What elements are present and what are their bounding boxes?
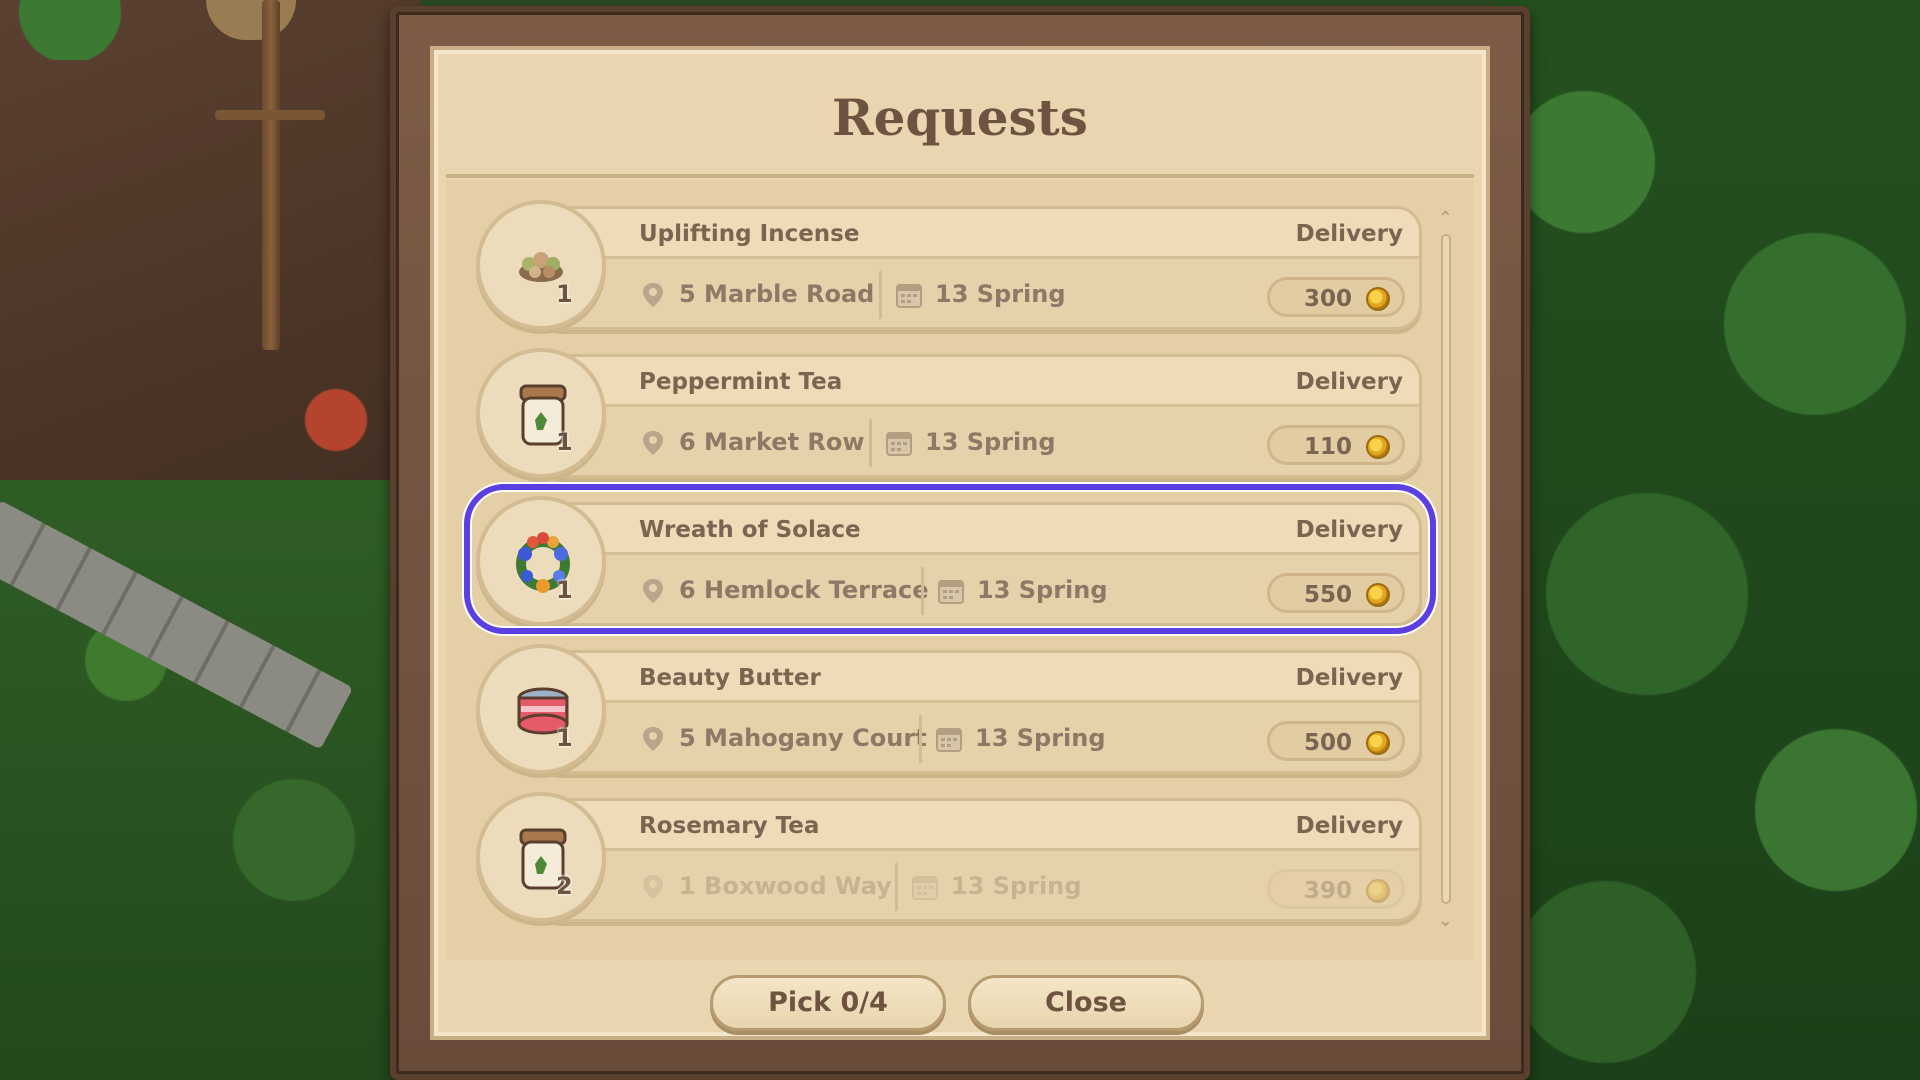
detail-divider [919,715,922,763]
coin-icon [1366,879,1390,903]
item-icon-disc: 1 [476,200,606,330]
reward-value: 110 [1303,434,1352,460]
request-type: Delivery [1295,517,1403,543]
pick-button[interactable]: Pick 0/4 [710,975,946,1031]
scroll-up-arrow-icon[interactable]: ⌃ [1438,210,1453,228]
reward-value: 390 [1303,878,1352,904]
request-card-body[interactable]: Rosemary Tea Delivery 1 Boxwood Way 13 Spri… [536,798,1422,922]
close-button[interactable]: Close [968,975,1204,1031]
request-address: 5 Mahogany Court [679,724,927,752]
request-address: 5 Marble Road [679,280,875,308]
scrollbar[interactable]: ⌃ ⌄ [1436,210,1456,930]
request-address: 1 Boxwood Way [679,872,892,900]
reward-badge: 550 [1267,573,1405,613]
reward-badge: 500 [1267,721,1405,761]
reward-badge: 110 [1267,425,1405,465]
request-type: Delivery [1295,369,1403,395]
detail-divider [895,863,898,911]
location-pin-icon [642,430,664,456]
location-pin-icon [642,874,664,900]
request-type: Delivery [1295,813,1403,839]
request-item-name: Beauty Butter [639,665,821,691]
request-card[interactable]: Rosemary Tea Delivery 1 Boxwood Way 13 Spri… [476,792,1422,922]
title-divider [446,174,1474,178]
request-item-name: Uplifting Incense [639,221,860,247]
detail-divider [921,567,924,615]
reward-value: 550 [1303,582,1352,608]
request-card-body[interactable]: Peppermint Tea Delivery 6 Market Row 13 Spr… [536,354,1422,478]
request-card-header: Peppermint Tea Delivery [539,357,1419,407]
request-date: 13 Spring [977,576,1108,604]
bush [0,0,140,60]
item-quantity: 2 [556,872,573,900]
coin-icon [1366,435,1390,459]
item-icon-disc: 1 [476,496,606,626]
panel-title: Requests [832,88,1088,147]
request-address: 6 Market Row [679,428,865,456]
requests-panel-inner: Requests Uplifting Incense Delivery 5 Marb… [430,46,1490,1040]
detail-divider [869,419,872,467]
coin-icon [1366,287,1390,311]
location-pin-icon [642,282,664,308]
scroll-down-arrow-icon[interactable]: ⌄ [1438,912,1453,930]
item-quantity: 1 [556,724,573,752]
request-item-name: Rosemary Tea [639,813,820,839]
calendar-icon [895,281,923,309]
calendar-icon [937,577,965,605]
request-date: 13 Spring [925,428,1056,456]
reward-badge: 300 [1267,277,1405,317]
request-card[interactable]: Wreath of Solace Delivery 6 Hemlock Terrac… [464,484,1436,634]
street-lamp-post [262,0,280,350]
request-item-name: Peppermint Tea [639,369,843,395]
item-icon-disc: 1 [476,644,606,774]
coin-icon [1366,731,1390,755]
location-pin-icon [642,578,664,604]
item-icon-disc: 2 [476,792,606,922]
reward-value: 300 [1303,286,1352,312]
item-icon-disc: 1 [476,348,606,478]
request-type: Delivery [1295,221,1403,247]
request-card-body[interactable]: Wreath of Solace Delivery 6 Hemlock Terrac… [536,502,1422,626]
coin-icon [1366,583,1390,607]
request-card[interactable]: Beauty Butter Delivery 5 Mahogany Court 13 … [476,644,1422,774]
request-date: 13 Spring [935,280,1066,308]
reward-badge: 390 [1267,869,1405,909]
request-type: Delivery [1295,665,1403,691]
location-pin-icon [642,726,664,752]
scroll-track[interactable] [1441,234,1451,904]
request-card-header: Rosemary Tea Delivery [539,801,1419,851]
request-card-body[interactable]: Uplifting Incense Delivery 5 Marble Road 13… [536,206,1422,330]
item-quantity: 1 [556,280,573,308]
request-card-body[interactable]: Beauty Butter Delivery 5 Mahogany Court 13 … [536,650,1422,774]
requests-panel: Requests Uplifting Incense Delivery 5 Marb… [390,6,1530,1080]
item-quantity: 1 [556,428,573,456]
scooter [300,370,390,470]
request-card-header: Wreath of Solace Delivery [539,505,1419,555]
reward-value: 500 [1303,730,1352,756]
calendar-icon [935,725,963,753]
detail-divider [879,271,882,319]
request-date: 13 Spring [975,724,1106,752]
scroll-thumb[interactable] [1441,234,1451,904]
request-card-header: Beauty Butter Delivery [539,653,1419,703]
calendar-icon [911,873,939,901]
request-card[interactable]: Peppermint Tea Delivery 6 Market Row 13 Spr… [476,348,1422,478]
request-item-name: Wreath of Solace [639,517,861,543]
forest-canopy [1500,0,1920,1080]
calendar-icon [885,429,913,457]
request-address: 6 Hemlock Terrace [679,576,929,604]
request-date: 13 Spring [951,872,1082,900]
street-lamp-crossbar [215,110,325,120]
request-list: Uplifting Incense Delivery 5 Marble Road 13… [446,180,1474,960]
request-card-header: Uplifting Incense Delivery [539,209,1419,259]
item-quantity: 1 [556,576,573,604]
request-card[interactable]: Uplifting Incense Delivery 5 Marble Road 13… [476,200,1422,330]
